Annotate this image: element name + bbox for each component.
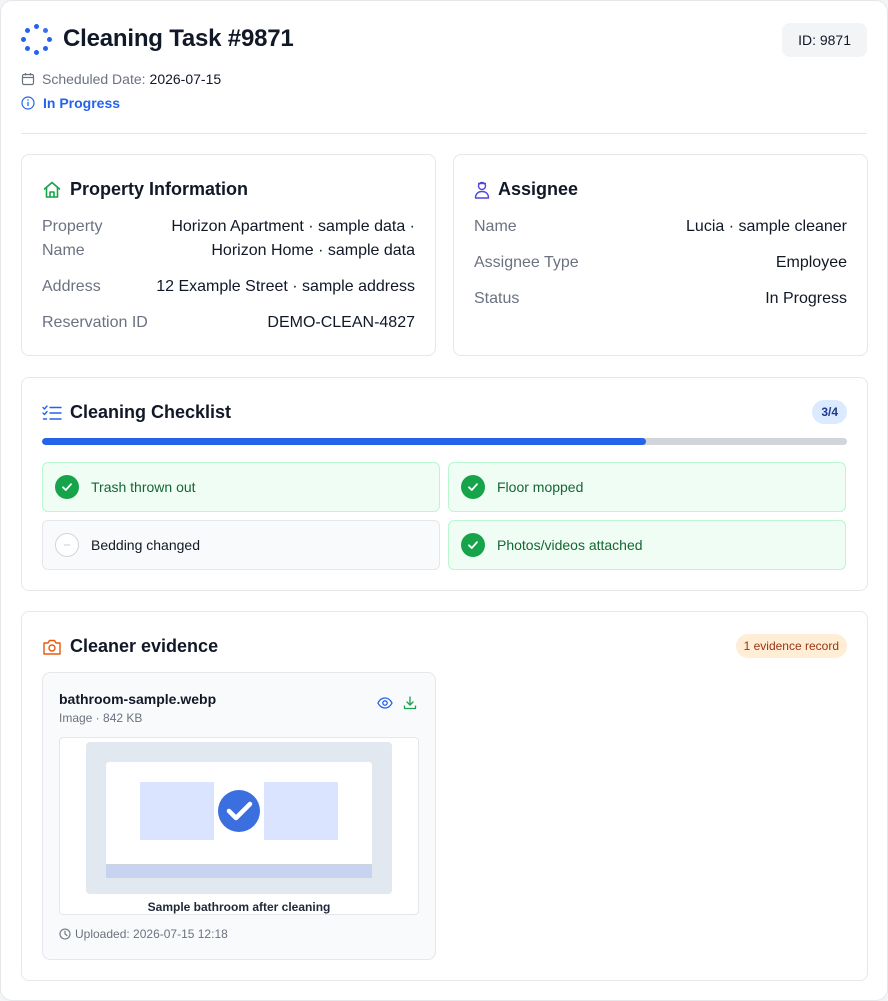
property-name-row: Property Name Horizon Apartment · sample…	[42, 215, 415, 263]
assignee-status-label: Status	[474, 290, 520, 307]
property-info-title: Property Information	[70, 179, 249, 199]
address-value: 12 Example Street · sample address	[156, 278, 415, 295]
checklist-progress-bar	[42, 438, 847, 445]
header-divider	[21, 133, 867, 134]
info-icon	[21, 96, 35, 110]
evidence-file-card: bathroom-sample.webp Image · 842 KB Samp…	[42, 672, 436, 960]
evidence-header: Cleaner evidence	[42, 636, 218, 657]
reservation-id-row: Reservation ID DEMO-CLEAN-4827	[42, 311, 415, 335]
clock-icon	[59, 928, 71, 940]
checklist-card: Cleaning Checklist 3/4 Trash thrown out …	[21, 377, 868, 591]
page-title: Cleaning Task #9871	[63, 25, 294, 52]
evidence-image-preview[interactable]: Sample bathroom after cleaning	[59, 737, 419, 915]
scheduled-date: Scheduled Date: 2026-07-15	[21, 71, 221, 87]
camera-icon	[43, 639, 61, 655]
loading-spinner-icon	[21, 23, 53, 55]
evidence-count-badge: 1 evidence record	[735, 634, 847, 658]
check-circle-icon	[461, 475, 485, 499]
check-circle-icon	[55, 475, 79, 499]
scheduled-date-label: Scheduled Date:	[42, 71, 146, 87]
download-icon[interactable]	[403, 696, 417, 710]
reservation-id-label: Reservation ID	[42, 314, 148, 331]
page-header: Cleaning Task #9871	[21, 23, 294, 55]
evidence-image-caption: Sample bathroom after cleaning	[147, 900, 331, 914]
evidence-title: Cleaner evidence	[70, 636, 219, 656]
check-circle-icon	[461, 533, 485, 557]
evidence-file-name: bathroom-sample.webp	[59, 691, 217, 707]
eye-icon[interactable]	[377, 697, 393, 709]
checklist-title: Cleaning Checklist	[70, 402, 232, 422]
user-icon	[474, 181, 490, 199]
assignee-name-value: Lucia · sample cleaner	[686, 218, 847, 235]
property-info-card: Property Information Property Name Horiz…	[21, 154, 436, 356]
status-text: In Progress	[43, 95, 121, 111]
assignee-name-row: Name Lucia · sample cleaner	[474, 215, 847, 239]
assignee-name-label: Name	[474, 218, 517, 235]
property-name-label: Property Name	[42, 218, 103, 259]
assignee-type-row: Assignee Type Employee	[474, 251, 847, 275]
checklist-count-badge: 3/4	[812, 400, 847, 424]
checklist-header: Cleaning Checklist	[42, 402, 231, 423]
address-label: Address	[42, 278, 101, 295]
assignee-type-value: Employee	[775, 254, 847, 271]
assignee-type-label: Assignee Type	[474, 254, 579, 271]
checklist-item-label: Floor mopped	[497, 479, 584, 495]
property-name-value: Horizon Apartment · sample data · Horizo…	[171, 218, 415, 259]
scheduled-date-value: 2026-07-15	[149, 71, 222, 87]
checklist-item-label: Bedding changed	[91, 537, 200, 553]
assignee-card: Assignee Name Lucia · sample cleaner Ass…	[453, 154, 868, 356]
calendar-icon	[21, 73, 35, 86]
checklist-item-bedding[interactable]: Bedding changed	[42, 520, 440, 570]
checklist-item-photos[interactable]: Photos/videos attached	[448, 520, 846, 570]
evidence-card: Cleaner evidence 1 evidence record bathr…	[21, 611, 868, 981]
status-indicator: In Progress	[21, 95, 120, 111]
checklist-icon	[42, 404, 62, 420]
home-icon	[43, 181, 61, 198]
checklist-item-label: Photos/videos attached	[497, 537, 643, 553]
evidence-uploaded-time: Uploaded: 2026-07-15 12:18	[59, 927, 228, 941]
checklist-item-label: Trash thrown out	[91, 479, 196, 495]
checklist-item-floor[interactable]: Floor mopped	[448, 462, 846, 512]
address-row: Address 12 Example Street · sample addre…	[42, 275, 415, 299]
property-info-header: Property Information	[42, 179, 248, 200]
assignee-title: Assignee	[498, 179, 579, 199]
assignee-header: Assignee	[474, 179, 578, 200]
assignee-status-value: In Progress	[765, 290, 847, 307]
uploaded-text: Uploaded: 2026-07-15 12:18	[75, 927, 228, 941]
checklist-item-trash[interactable]: Trash thrown out	[42, 462, 440, 512]
task-id-chip: ID: 9871	[782, 23, 867, 57]
task-detail-page: Cleaning Task #9871 ID: 9871 Scheduled D…	[0, 0, 888, 1001]
reservation-id-value: DEMO-CLEAN-4827	[267, 314, 415, 331]
assignee-status-row: Status In Progress	[474, 287, 847, 311]
evidence-file-meta: Image · 842 KB	[59, 711, 143, 725]
image-thumbnail	[86, 742, 392, 894]
checklist-progress-fill	[42, 438, 646, 445]
pending-circle-icon	[55, 533, 79, 557]
